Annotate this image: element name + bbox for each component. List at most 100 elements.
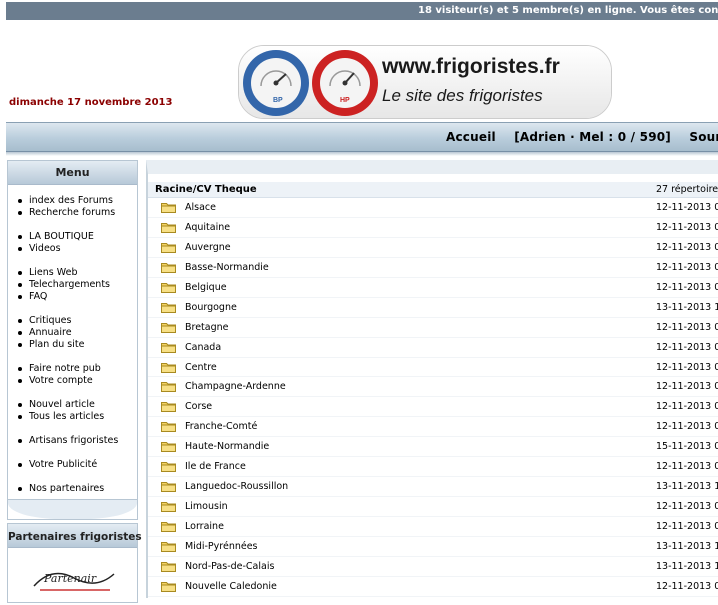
folder-icon	[161, 461, 176, 473]
directory-row-date: 13-11-2013 10	[656, 481, 718, 493]
directory-row-name[interactable]: Champagne-Ardenne	[185, 381, 286, 392]
nav-home-link[interactable]: Accueil	[446, 130, 496, 144]
directory-row[interactable]: Midi-Pyrénnées 13-11-2013 18	[148, 537, 718, 557]
directory-row-name[interactable]: Languedoc-Roussillon	[185, 481, 288, 492]
directory-row-date: 12-11-2013 08	[656, 281, 718, 293]
nav-shadow	[6, 152, 718, 156]
menu-item-shop[interactable]: LA BOUTIQUE	[16, 231, 118, 243]
folder-icon	[161, 202, 176, 213]
menu-item-advertise-us[interactable]: Faire notre pub	[16, 363, 118, 375]
directory-row[interactable]: Haute-Normandie 15-11-2013 01	[148, 437, 718, 458]
directory-row[interactable]: Auvergne 12-11-2013 08	[148, 238, 718, 258]
directory-row-date: 12-11-2013 08	[656, 421, 718, 433]
menu-item-your-ad[interactable]: Votre Publicité	[16, 459, 118, 471]
svg-text:www.frigoristes.fr: www.frigoristes.fr	[381, 55, 560, 78]
directory-count: 27 répertoire(s	[656, 184, 718, 195]
menu-item-new-article[interactable]: Nouvel article	[16, 399, 118, 411]
menu-item-account[interactable]: Votre compte	[16, 375, 118, 387]
menu-item-forum-search[interactable]: Recherche forums	[16, 207, 118, 219]
directory-row-date: 12-11-2013 08	[656, 241, 718, 253]
folder-icon	[161, 282, 176, 293]
directory-row-date: 12-11-2013 08	[656, 221, 718, 233]
svg-text:BP: BP	[273, 97, 283, 104]
menu-item-all-articles[interactable]: Tous les articles	[16, 411, 118, 423]
folder-icon	[161, 302, 176, 313]
directory-row[interactable]: Champagne-Ardenne 12-11-2013 08	[148, 377, 718, 398]
menu-item-forums-index[interactable]: index des Forums	[16, 195, 118, 207]
folder-icon	[161, 262, 176, 273]
directory-row-date: 15-11-2013 01	[656, 441, 718, 453]
directory-row-date: 13-11-2013 18	[656, 540, 718, 552]
partner-logo[interactable]: Partenair	[22, 556, 126, 602]
directory-row-name[interactable]: Nord-Pas-de-Calais	[185, 561, 274, 572]
bp-gauge-icon: BP	[243, 50, 309, 116]
directory-row-name[interactable]: Auvergne	[185, 242, 231, 253]
directory-row[interactable]: Languedoc-Roussillon 13-11-2013 10	[148, 477, 718, 498]
online-status-text: 18 visiteur(s) et 5 membre(s) en ligne. …	[418, 5, 718, 16]
folder-icon	[161, 561, 176, 572]
directory-row-name[interactable]: Aquitaine	[185, 222, 230, 233]
directory-row[interactable]: Bourgogne 13-11-2013 18	[148, 298, 718, 318]
directory-panel: Racine/CV Theque 27 répertoire(s Alsace 1…	[146, 160, 718, 598]
directory-row-date: 12-11-2013 08	[656, 521, 718, 532]
directory-row[interactable]: Basse-Normandie 12-11-2013 08	[148, 258, 718, 278]
directory-row[interactable]: Limousin 12-11-2013 08	[148, 497, 718, 517]
partners-box: Partenaires frigoristes Partenair	[7, 523, 142, 603]
folder-icon	[161, 381, 176, 393]
directory-row[interactable]: Corse 12-11-2013 08	[148, 397, 718, 418]
directory-row-name[interactable]: Ile de France	[185, 461, 246, 472]
menu-item-reviews[interactable]: Critiques	[16, 315, 118, 327]
menu-item-web-links[interactable]: Liens Web	[16, 267, 118, 279]
site-logo[interactable]: BP HP www.frigoristes.fr Le site des fri…	[238, 45, 612, 119]
menu-item-partners[interactable]: Nos partenaires	[16, 483, 118, 495]
menu-item-downloads[interactable]: Telechargements	[16, 279, 118, 291]
directory-row-name[interactable]: Franche-Comté	[185, 421, 257, 432]
directory-row-name[interactable]: Basse-Normandie	[185, 262, 269, 273]
menu-item-sitemap[interactable]: Plan du site	[16, 339, 118, 351]
directory-row[interactable]: Canada 12-11-2013 08	[148, 338, 718, 358]
directory-row-name[interactable]: Centre	[185, 362, 217, 373]
directory-row[interactable]: Centre 12-11-2013 08	[148, 358, 718, 378]
directory-list: Alsace 12-11-2013 08 Aquitaine 12-11-2013 0…	[148, 198, 718, 597]
directory-row-date: 12-11-2013 08	[656, 202, 718, 213]
menu-item-faq[interactable]: FAQ	[16, 291, 118, 303]
directory-row[interactable]: Nouvelle Caledonie 12-11-2013 08	[148, 577, 718, 597]
partners-title: Partenaires frigoristes	[8, 524, 142, 548]
directory-row-date: 12-11-2013 08	[656, 401, 718, 413]
directory-row[interactable]: Nord-Pas-de-Calais 13-11-2013 10	[148, 557, 718, 577]
menu-item-artisans[interactable]: Artisans frigoristes	[16, 435, 118, 447]
directory-row-name[interactable]: Belgique	[185, 282, 227, 293]
nav-user-info[interactable]: [Adrien · Mel : 0 / 590]	[514, 130, 671, 144]
directory-row[interactable]: Franche-Comté 12-11-2013 08	[148, 417, 718, 438]
directory-row-date: 13-11-2013 10	[656, 560, 718, 572]
directory-row[interactable]: Ile de France 12-11-2013 08	[148, 457, 718, 478]
directory-row[interactable]: Lorraine 12-11-2013 08	[148, 517, 718, 537]
sidebar-menu: Menu index des Forums Recherche forums L…	[7, 160, 138, 520]
directory-row-date: 12-11-2013 08	[656, 501, 718, 513]
directory-row[interactable]: Bretagne 12-11-2013 08	[148, 318, 718, 338]
svg-text:Le site des frigoristes: Le site des frigoristes	[382, 86, 543, 105]
folder-icon	[161, 322, 176, 333]
folder-icon	[161, 501, 176, 513]
online-status-bar: 18 visiteur(s) et 5 membre(s) en ligne. …	[6, 2, 718, 20]
nav-submit-link[interactable]: Soumettr	[689, 130, 718, 144]
directory-row-name[interactable]: Nouvelle Caledonie	[185, 581, 277, 592]
directory-row[interactable]: Aquitaine 12-11-2013 08	[148, 218, 718, 238]
folder-icon	[161, 242, 176, 253]
menu-item-videos[interactable]: Videos	[16, 243, 118, 255]
directory-row-name[interactable]: Corse	[185, 401, 212, 412]
directory-row-name[interactable]: Midi-Pyrénnées	[185, 541, 258, 552]
main-nav-bar: Accueil [Adrien · Mel : 0 / 590] Soumett…	[6, 122, 718, 152]
directory-row-name[interactable]: Limousin	[185, 501, 228, 512]
directory-row-name[interactable]: Bretagne	[185, 322, 229, 333]
directory-row-name[interactable]: Canada	[185, 342, 221, 353]
directory-row-name[interactable]: Bourgogne	[185, 302, 237, 313]
directory-row[interactable]: Belgique 12-11-2013 08	[148, 278, 718, 298]
directory-row-name[interactable]: Lorraine	[185, 521, 224, 532]
directory-row-name[interactable]: Haute-Normandie	[185, 441, 269, 452]
directory-row[interactable]: Alsace 12-11-2013 08	[148, 198, 718, 218]
folder-icon	[161, 521, 176, 532]
directory-row-name[interactable]: Alsace	[185, 202, 216, 213]
directory-breadcrumb[interactable]: Racine/CV Theque	[155, 184, 257, 195]
menu-item-directory[interactable]: Annuaire	[16, 327, 118, 339]
